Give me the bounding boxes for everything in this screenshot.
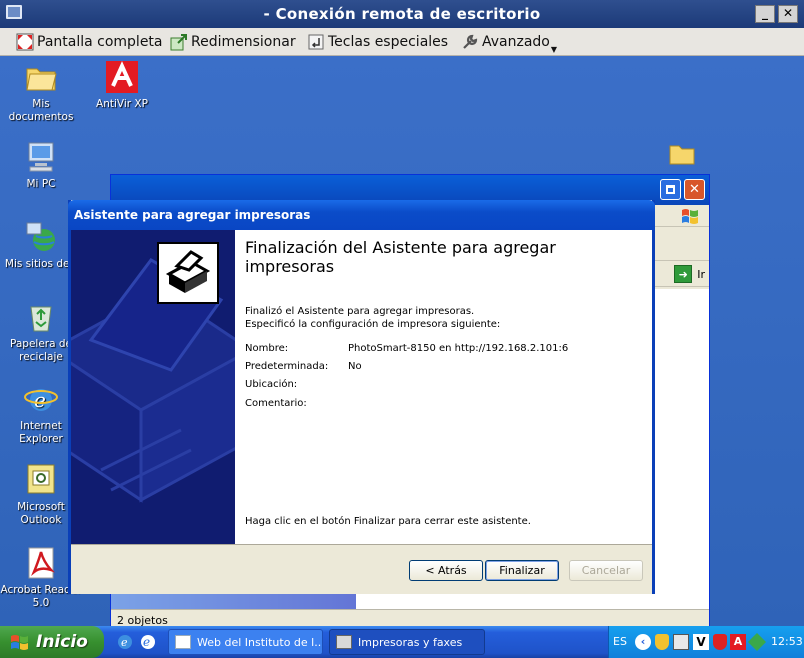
- close-button[interactable]: ✕: [778, 5, 798, 23]
- wizard-side-panel: [71, 230, 235, 544]
- minimize-button[interactable]: _: [755, 5, 775, 23]
- field-label-name: Nombre:: [245, 343, 289, 354]
- wrench-icon: [463, 34, 478, 49]
- window-title: - Conexión remota de escritorio: [263, 5, 541, 23]
- wizard-content: Finalización del Asistente para agregar …: [235, 230, 652, 544]
- taskbar: Inicio e e Web del Instituto de l... Imp…: [0, 626, 804, 658]
- advanced-menu[interactable]: Avanzado ▼: [461, 31, 558, 54]
- field-value-name: PhotoSmart-8150 en http://192.168.2.101:…: [348, 343, 569, 354]
- folder-icon: [24, 60, 58, 94]
- desktop-icon-antivir[interactable]: AntiVir XP: [81, 60, 163, 111]
- go-arrow-icon: ➜: [674, 265, 693, 283]
- desktop-icon-label: Mi PC: [26, 178, 56, 190]
- finish-button[interactable]: Finalizar: [485, 560, 559, 581]
- resize-icon: [170, 34, 187, 51]
- summary-line-1: Finalizó el Asistente para agregar impre…: [245, 306, 475, 317]
- sync-icon[interactable]: [747, 632, 767, 652]
- field-label-default: Predeterminada:: [245, 361, 329, 372]
- fullscreen-button[interactable]: Pantalla completa: [16, 31, 163, 53]
- taskbar-item-label: Web del Instituto de l...: [197, 636, 323, 649]
- network-icon: [24, 220, 58, 254]
- internet-explorer-icon: e: [24, 382, 58, 416]
- printer-icon: [336, 635, 352, 649]
- keyboard-key-icon: [308, 34, 324, 50]
- antivir-icon: [105, 60, 139, 94]
- printer-icon: [157, 242, 219, 304]
- add-printer-wizard: Asistente para agregar impresoras Finali…: [68, 200, 655, 594]
- recycle-bin-icon: [24, 300, 58, 334]
- wizard-title: Asistente para agregar impresoras: [74, 208, 311, 222]
- fullscreen-icon: [16, 33, 34, 51]
- desktop-icon-label: Mis documentos: [8, 98, 74, 123]
- svg-text:e: e: [121, 636, 128, 649]
- language-indicator[interactable]: ES: [613, 635, 627, 648]
- windows-logo-icon: [682, 209, 698, 224]
- chevron-left-icon[interactable]: ‹: [635, 634, 651, 650]
- antivir-icon[interactable]: A: [730, 634, 746, 650]
- start-button[interactable]: Inicio: [0, 626, 104, 658]
- close-button[interactable]: ✕: [684, 179, 705, 200]
- special-keys-button[interactable]: Teclas especiales: [307, 31, 448, 53]
- desktop-icon-label: Papelera de reciclaje: [9, 338, 72, 363]
- security-shield-icon[interactable]: [713, 634, 727, 650]
- field-value-default: No: [348, 361, 362, 372]
- field-label-location: Ubicación:: [245, 379, 298, 390]
- outlook-icon: [24, 463, 58, 497]
- shield-icon[interactable]: [655, 634, 669, 650]
- wizard-titlebar: Asistente para agregar impresoras: [68, 200, 655, 230]
- finish-instruction: Haga clic en el botón Finalizar para cer…: [245, 516, 531, 527]
- maximize-button[interactable]: [660, 179, 681, 200]
- advanced-label: Avanzado: [482, 34, 550, 50]
- desktop: Mis documentos AntiVir XP Mi PC Mis siti…: [0, 56, 804, 632]
- fullscreen-label: Pantalla completa: [37, 34, 163, 50]
- start-label: Inicio: [36, 632, 88, 652]
- field-label-comment: Comentario:: [245, 398, 307, 409]
- go-button[interactable]: ➜ Ir: [674, 265, 705, 283]
- quicklaunch-ie-alt-icon[interactable]: e: [139, 633, 157, 654]
- desktop-icon-my-documents[interactable]: Mis documentos: [0, 60, 82, 124]
- desktop-icon-label: AntiVir XP: [96, 98, 148, 110]
- computer-icon: [24, 140, 58, 174]
- network-icon[interactable]: [673, 634, 689, 650]
- chevron-down-icon: ▼: [550, 44, 558, 54]
- remote-toolbar: Pantalla completa Redimensionar Teclas e…: [0, 28, 804, 56]
- windows-logo-icon: [11, 635, 28, 650]
- svg-text:e: e: [143, 635, 150, 649]
- go-label: Ir: [697, 267, 705, 281]
- back-button[interactable]: < Atrás: [409, 560, 483, 581]
- summary-line-2: Especificó la configuración de impresora…: [245, 319, 501, 330]
- desktop-icon-my-pc[interactable]: Mi PC: [0, 140, 82, 191]
- window-icon: [175, 635, 191, 649]
- wizard-heading: Finalización del Asistente para agregar …: [245, 238, 556, 276]
- folder-icon[interactable]: [668, 142, 696, 169]
- system-tray: ES ‹ V A 12:53: [608, 626, 804, 658]
- remote-desktop-titlebar: - Conexión remota de escritorio _ ✕: [0, 0, 804, 28]
- cancel-button[interactable]: Cancelar: [569, 560, 643, 581]
- desktop-icon-label: Microsoft Outlook: [17, 501, 65, 526]
- acrobat-reader-icon: [24, 546, 58, 580]
- desktop-icon-label: Mis sitios de r: [4, 258, 78, 270]
- resize-button[interactable]: Redimensionar: [170, 31, 296, 53]
- quicklaunch-ie-icon[interactable]: e: [116, 633, 134, 654]
- taskbar-item-printers[interactable]: Impresoras y faxes: [329, 629, 485, 655]
- taskbar-item-web-instituto[interactable]: Web del Instituto de l...: [168, 629, 323, 655]
- wizard-footer: < Atrás Finalizar Cancelar: [71, 544, 652, 594]
- taskbar-item-label: Impresoras y faxes: [358, 636, 463, 649]
- v-tray-icon[interactable]: V: [693, 634, 709, 650]
- clock[interactable]: 12:53: [771, 635, 803, 648]
- resize-label: Redimensionar: [191, 34, 296, 50]
- special-keys-label: Teclas especiales: [328, 34, 449, 50]
- desktop-icon-label: Internet Explorer: [19, 420, 63, 445]
